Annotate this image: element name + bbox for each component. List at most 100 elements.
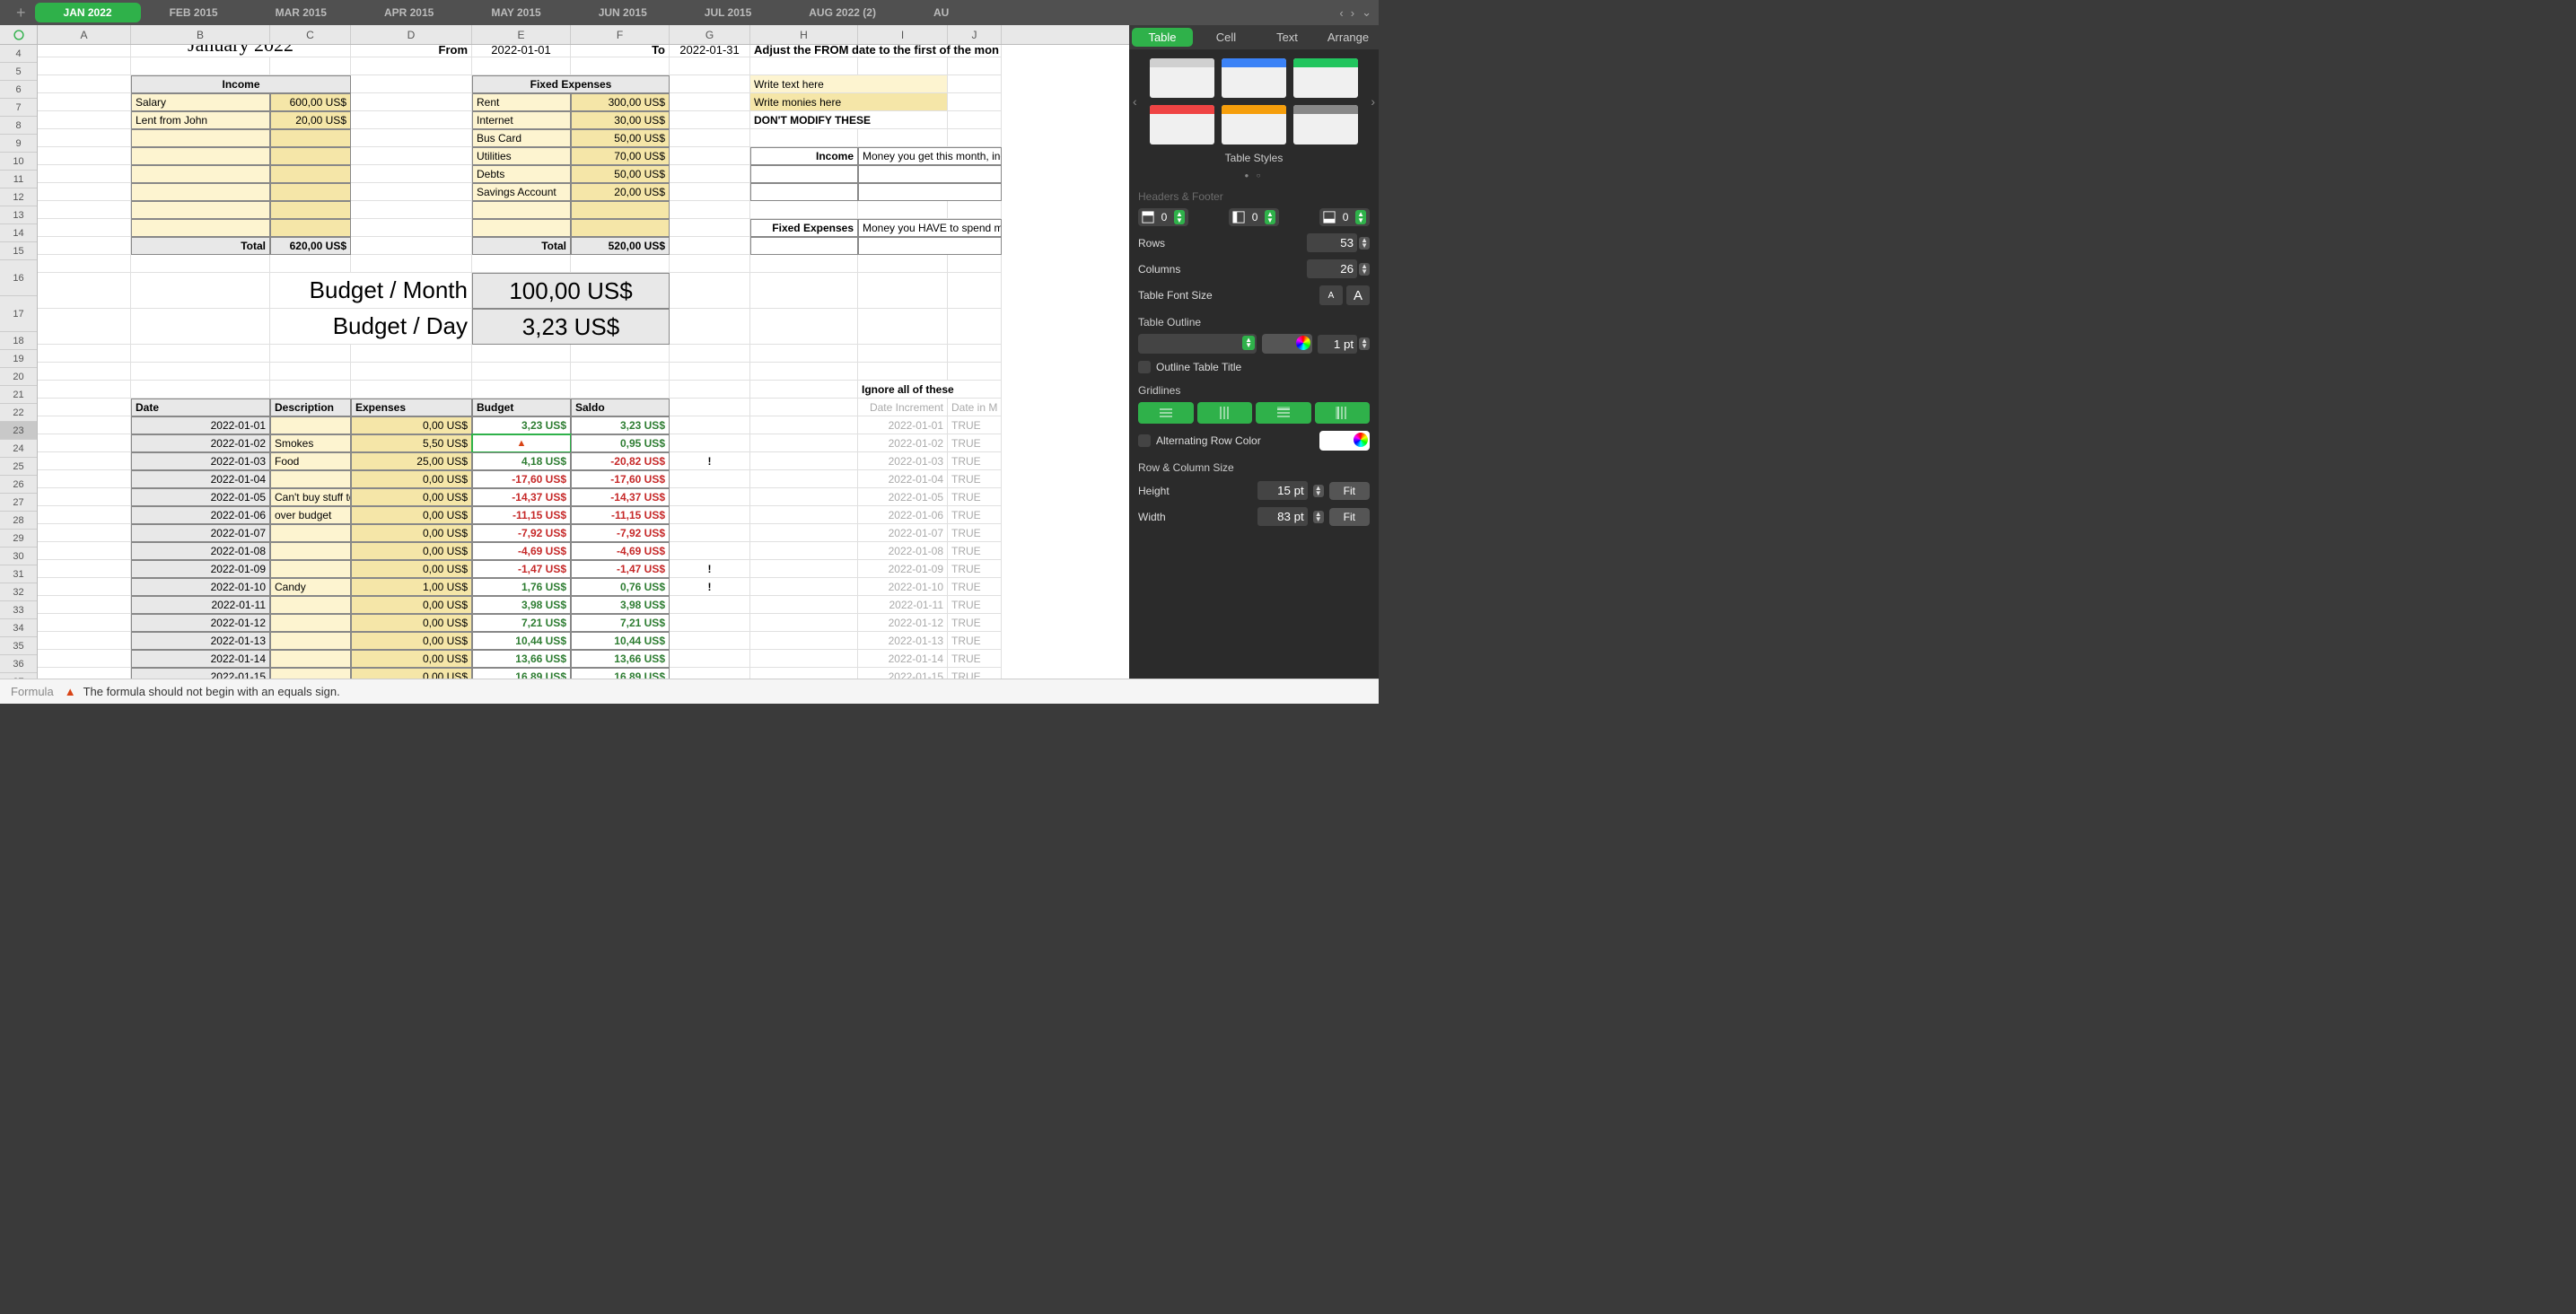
ledger-budget[interactable]: -1,47 US$: [472, 560, 571, 578]
cell[interactable]: [750, 165, 858, 183]
row-header[interactable]: 9: [0, 135, 37, 153]
row-header[interactable]: 32: [0, 583, 37, 601]
cell[interactable]: [750, 416, 858, 434]
cell[interactable]: [948, 363, 1002, 381]
cell-grid[interactable]: January 2022From2022-01-01To2022-01-31Ad…: [38, 45, 1129, 679]
sheet-nav-prev[interactable]: ‹: [1339, 6, 1343, 20]
cell[interactable]: [351, 345, 472, 363]
ledger-date[interactable]: 2022-01-06: [131, 506, 270, 524]
ledger-saldo[interactable]: -20,82 US$: [571, 452, 670, 470]
date-in-month[interactable]: TRUE: [948, 434, 1002, 452]
inspector-tab-cell[interactable]: Cell: [1196, 25, 1257, 49]
font-smaller-button[interactable]: A: [1319, 285, 1343, 305]
ledger-date[interactable]: 2022-01-01: [131, 416, 270, 434]
cell[interactable]: [38, 273, 131, 309]
income-def-label[interactable]: Income: [750, 147, 858, 165]
ledger-budget[interactable]: -17,60 US$: [472, 470, 571, 488]
alt-row-color-well[interactable]: [1319, 431, 1370, 451]
ledger-saldo[interactable]: 13,66 US$: [571, 650, 670, 668]
cell[interactable]: [858, 255, 948, 273]
cell[interactable]: [670, 237, 750, 255]
cell[interactable]: [351, 201, 472, 219]
inspector-tab-table[interactable]: Table: [1132, 28, 1193, 47]
date-increment[interactable]: 2022-01-15: [858, 668, 948, 679]
cell[interactable]: [670, 309, 750, 345]
sheet-tab[interactable]: JAN 2022: [35, 3, 141, 22]
cell[interactable]: [858, 345, 948, 363]
ledger-budget-warning[interactable]: ▲: [472, 434, 571, 452]
cell[interactable]: [270, 381, 351, 399]
ledger-budget[interactable]: 3,98 US$: [472, 596, 571, 614]
cell[interactable]: [948, 309, 1002, 345]
cell[interactable]: [670, 165, 750, 183]
ledger-description[interactable]: Can't buy stuff today: [270, 488, 351, 506]
cell[interactable]: [351, 381, 472, 399]
date-increment[interactable]: 2022-01-06: [858, 506, 948, 524]
row-header[interactable]: 4: [0, 45, 37, 63]
cell[interactable]: [38, 416, 131, 434]
row-header[interactable]: 5: [0, 63, 37, 81]
column-header[interactable]: A: [38, 25, 131, 44]
ledger-row-warning[interactable]: !: [670, 452, 750, 470]
cell[interactable]: [670, 201, 750, 219]
cell[interactable]: [750, 578, 858, 596]
ledger-row-warning[interactable]: !: [670, 578, 750, 596]
width-fit-button[interactable]: Fit: [1329, 508, 1370, 526]
cell[interactable]: [948, 129, 1002, 147]
cell[interactable]: [38, 219, 131, 237]
cell[interactable]: [38, 93, 131, 111]
fixed-total[interactable]: 520,00 US$: [571, 237, 670, 255]
fixed-amount[interactable]: [571, 219, 670, 237]
table-style-1[interactable]: [1150, 58, 1214, 98]
sheet-tab[interactable]: JUL 2015: [676, 3, 780, 22]
cell[interactable]: [670, 273, 750, 309]
cell[interactable]: [38, 183, 131, 201]
cell[interactable]: [670, 363, 750, 381]
cell[interactable]: [38, 578, 131, 596]
column-header[interactable]: G: [670, 25, 750, 44]
cell[interactable]: [858, 57, 948, 75]
date-in-month[interactable]: TRUE: [948, 470, 1002, 488]
date-increment[interactable]: 2022-01-12: [858, 614, 948, 632]
ledger-saldo[interactable]: 3,23 US$: [571, 416, 670, 434]
cell[interactable]: 2022-01-01: [472, 45, 571, 57]
ledger-header-date[interactable]: Date: [131, 399, 270, 416]
row-header[interactable]: 6: [0, 81, 37, 99]
styles-next[interactable]: ›: [1371, 94, 1375, 109]
cell[interactable]: [750, 524, 858, 542]
income-def[interactable]: Money you get this month, including loan…: [858, 147, 1002, 165]
ledger-expense[interactable]: 0,00 US$: [351, 650, 472, 668]
cell[interactable]: [38, 75, 131, 93]
date-in-month-header[interactable]: Date in M: [948, 399, 1002, 416]
ledger-expense[interactable]: 0,00 US$: [351, 524, 472, 542]
date-in-month[interactable]: TRUE: [948, 614, 1002, 632]
date-increment[interactable]: 2022-01-14: [858, 650, 948, 668]
cell[interactable]: [38, 399, 131, 416]
ledger-saldo[interactable]: -7,92 US$: [571, 524, 670, 542]
cell[interactable]: [750, 542, 858, 560]
cell[interactable]: [351, 237, 472, 255]
ledger-description[interactable]: [270, 470, 351, 488]
ledger-expense[interactable]: 1,00 US$: [351, 578, 472, 596]
income-label[interactable]: Salary: [131, 93, 270, 111]
cell[interactable]: [750, 129, 858, 147]
cell[interactable]: [670, 381, 750, 399]
cell[interactable]: [670, 129, 750, 147]
height-fit-button[interactable]: Fit: [1329, 482, 1370, 500]
income-amount[interactable]: [270, 165, 351, 183]
ledger-row-warning[interactable]: [670, 668, 750, 679]
cell[interactable]: [351, 111, 472, 129]
note-warn[interactable]: DON'T MODIFY THESE: [750, 111, 948, 129]
row-header[interactable]: 20: [0, 368, 37, 386]
cell[interactable]: [858, 165, 1002, 183]
font-larger-button[interactable]: A: [1346, 285, 1370, 305]
month-title[interactable]: January 2022: [131, 45, 351, 57]
ledger-date[interactable]: 2022-01-02: [131, 434, 270, 452]
cell[interactable]: [750, 470, 858, 488]
row-header[interactable]: 12: [0, 188, 37, 206]
fixed-amount[interactable]: [571, 201, 670, 219]
row-header[interactable]: 15: [0, 242, 37, 260]
cell[interactable]: [750, 560, 858, 578]
fixed-def[interactable]: Money you HAVE to spend month. This incl…: [858, 219, 1002, 237]
alt-row-checkbox[interactable]: [1138, 434, 1151, 447]
